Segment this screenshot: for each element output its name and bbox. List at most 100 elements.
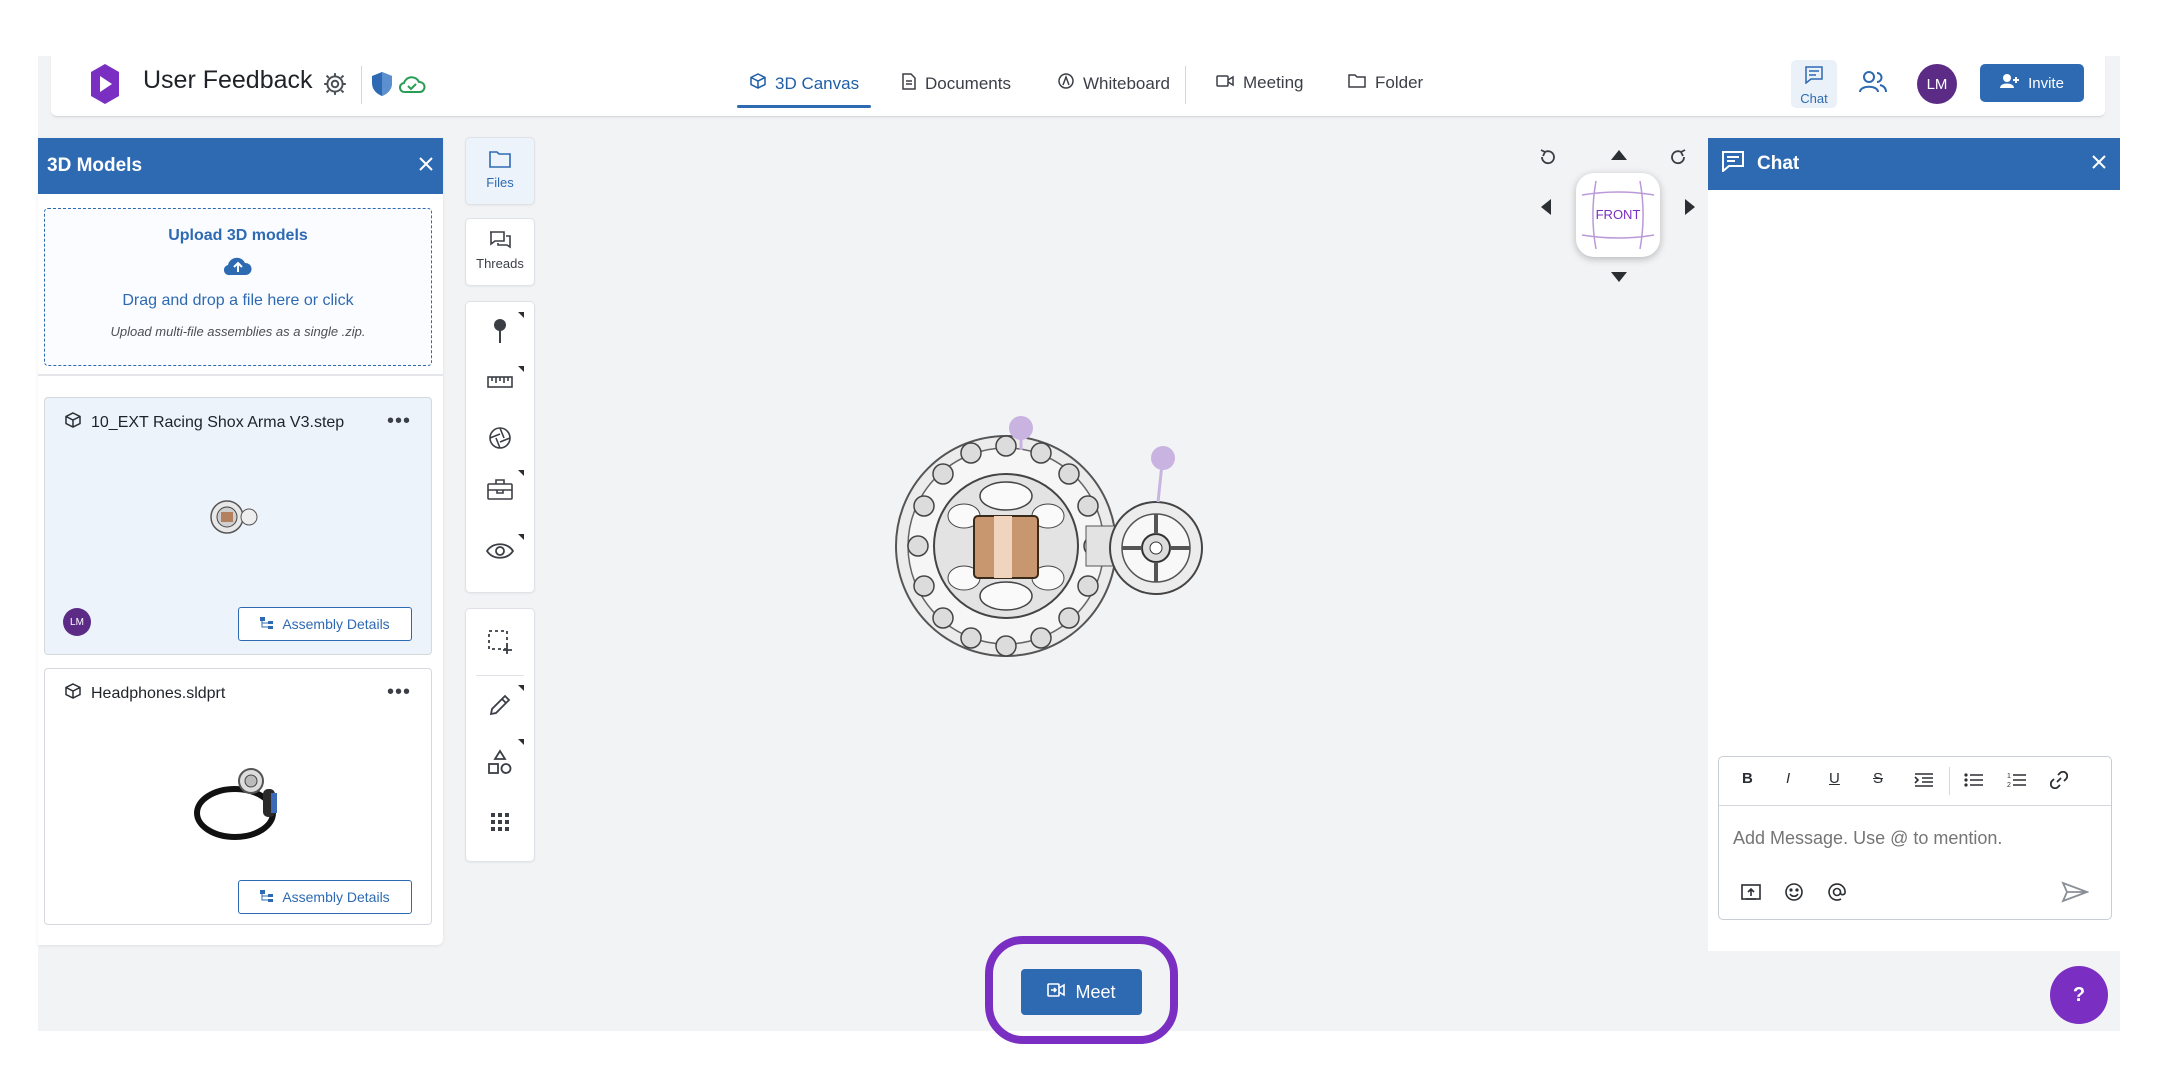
model-card[interactable]: Headphones.sldprt ••• Assembly Details	[44, 668, 432, 925]
explode-tool[interactable]	[466, 426, 534, 455]
shield-icon[interactable]	[371, 71, 393, 102]
document-icon	[902, 73, 916, 95]
tab-label: Documents	[925, 74, 1011, 93]
arrow-down-icon[interactable]	[1611, 269, 1627, 287]
pencil-icon	[488, 694, 512, 721]
upload-drag-text: Drag and drop a file here or click	[122, 292, 354, 309]
close-icon[interactable]	[418, 156, 434, 177]
invite-label: Invite	[2028, 74, 2064, 92]
tab-whiteboard[interactable]: Whiteboard	[1058, 73, 1170, 94]
folder-icon	[489, 151, 511, 172]
video-join-icon	[1047, 982, 1066, 1003]
bold-button[interactable]: B	[1742, 770, 1753, 787]
invite-button[interactable]: Invite	[1980, 64, 2084, 102]
help-button[interactable]: ?	[2050, 966, 2108, 1024]
chat-panel-title-wrap: Chat	[1721, 150, 1799, 178]
send-icon[interactable]	[2061, 881, 2090, 908]
app-logo-icon[interactable]	[91, 64, 119, 109]
tab-meeting[interactable]: Meeting	[1216, 73, 1303, 93]
more-tools-button[interactable]	[466, 812, 534, 837]
strikethrough-button[interactable]: S	[1873, 770, 1883, 787]
chat-panel: Chat B I U S 12	[1708, 138, 2120, 951]
assembly-details-button[interactable]: Assembly Details	[238, 607, 412, 641]
arrow-right-icon[interactable]	[1685, 199, 1695, 220]
chat-button-label: Chat	[1800, 91, 1828, 106]
eye-icon	[485, 543, 515, 564]
upload-dropzone[interactable]: Upload 3D models Drag and drop a file he…	[44, 208, 432, 366]
message-input[interactable]	[1731, 827, 2095, 850]
svg-text:2: 2	[2007, 782, 2011, 789]
indent-icon[interactable]	[1914, 772, 1934, 793]
pin-icon	[493, 319, 507, 348]
submenu-indicator	[518, 739, 524, 745]
threads-label: Threads	[476, 256, 524, 271]
models-panel-header: 3D Models	[38, 138, 443, 194]
markup-toolgroup	[465, 608, 535, 862]
italic-button[interactable]: I	[1786, 770, 1790, 787]
cloud-check-icon[interactable]	[398, 74, 426, 99]
bullet-list-icon[interactable]	[1964, 772, 1984, 793]
aperture-icon	[488, 427, 512, 454]
meet-label: Meet	[1075, 981, 1116, 1002]
view-cube-face[interactable]: FRONT	[1576, 173, 1660, 257]
threads-button[interactable]: Threads	[466, 231, 534, 271]
toolbox-tool[interactable]	[466, 478, 534, 505]
cube-icon	[750, 73, 766, 94]
tab-folder[interactable]: Folder	[1348, 73, 1423, 93]
top-bar: User Feedback 3D Canvas Documents Whiteb…	[51, 56, 2105, 117]
meet-button[interactable]: Meet	[1021, 969, 1142, 1015]
app-window: User Feedback 3D Canvas Documents Whiteb…	[38, 56, 2120, 1044]
formatting-toolbar: B I U S 12	[1719, 757, 2111, 806]
link-icon[interactable]	[2049, 770, 2069, 794]
emoji-icon[interactable]	[1784, 882, 1804, 907]
arrow-up-icon[interactable]	[1611, 147, 1627, 165]
attach-file-icon[interactable]	[1741, 883, 1761, 906]
shapes-tool[interactable]	[466, 749, 534, 780]
3d-model-viewport[interactable]	[886, 406, 1226, 671]
arrow-left-icon[interactable]	[1541, 199, 1551, 220]
chat-icon	[1721, 150, 1745, 178]
app-title: User Feedback	[143, 66, 313, 94]
threads-toolgroup: Threads	[465, 218, 535, 286]
visibility-tool[interactable]	[466, 542, 534, 565]
user-avatar[interactable]: LM	[1917, 64, 1957, 104]
divider	[1185, 66, 1186, 104]
grid-icon	[490, 813, 510, 836]
toolbox-icon	[487, 479, 513, 504]
assembly-details-button[interactable]: Assembly Details	[238, 880, 412, 914]
more-options-icon[interactable]: •••	[387, 681, 411, 704]
measure-tool[interactable]	[466, 374, 534, 395]
cube-icon	[65, 683, 81, 704]
settings-gear-icon[interactable]	[322, 71, 348, 102]
upload-hint: Upload multi-file assemblies as a single…	[110, 324, 366, 339]
owner-avatar: LM	[63, 608, 91, 636]
chat-toggle-button[interactable]: Chat	[1791, 60, 1837, 108]
submenu-indicator	[518, 534, 524, 540]
rotate-cw-icon[interactable]	[1668, 147, 1688, 172]
files-button[interactable]: Files	[466, 150, 534, 190]
cloud-upload-icon	[45, 255, 431, 282]
tab-documents[interactable]: Documents	[902, 73, 1011, 95]
chat-panel-title: Chat	[1757, 153, 1800, 174]
pin-tool[interactable]	[466, 318, 534, 349]
underline-button[interactable]: U	[1829, 770, 1840, 787]
submenu-indicator	[518, 470, 524, 476]
files-label: Files	[486, 175, 514, 190]
model-card-title: Headphones.sldprt	[65, 683, 225, 704]
more-options-icon[interactable]: •••	[387, 410, 411, 433]
annotate-toolgroup	[465, 301, 535, 593]
draw-tool[interactable]	[466, 693, 534, 722]
tab-3d-canvas[interactable]: 3D Canvas	[750, 73, 859, 94]
video-camera-icon	[1216, 73, 1234, 93]
area-select-tool[interactable]	[466, 629, 534, 660]
model-name: 10_EXT Racing Shox Arma V3.step	[91, 413, 345, 431]
shapes-icon	[487, 749, 513, 779]
participants-icon[interactable]	[1859, 70, 1887, 99]
numbered-list-icon[interactable]: 12	[2007, 771, 2027, 794]
rotate-ccw-icon[interactable]	[1538, 147, 1558, 172]
cube-icon	[65, 412, 81, 433]
model-thumbnail	[193, 761, 285, 846]
mention-icon[interactable]	[1827, 882, 1847, 907]
close-icon[interactable]	[2091, 154, 2107, 175]
model-card[interactable]: 10_EXT Racing Shox Arma V3.step ••• LM A…	[44, 397, 432, 655]
